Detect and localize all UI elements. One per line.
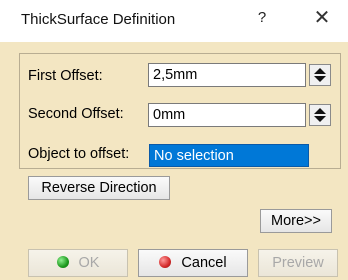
- spin-arrows-icon: [314, 108, 326, 122]
- preview-button[interactable]: Preview: [258, 249, 338, 277]
- second-offset-spinner[interactable]: [309, 104, 331, 126]
- more-button[interactable]: More>>: [260, 209, 332, 233]
- close-button[interactable]: ✕: [311, 6, 333, 30]
- second-offset-label: Second Offset:: [28, 106, 124, 122]
- first-offset-spinner[interactable]: [309, 64, 331, 86]
- close-icon: ✕: [313, 7, 331, 29]
- object-to-offset-label: Object to offset:: [28, 146, 130, 162]
- first-offset-label: First Offset:: [28, 68, 103, 84]
- help-button[interactable]: ?: [254, 9, 270, 29]
- title-bar: ThickSurface Definition ? ✕: [0, 0, 348, 42]
- window-title: ThickSurface Definition: [21, 11, 176, 28]
- cancel-status-icon: [159, 256, 172, 268]
- cancel-button[interactable]: Cancel: [138, 249, 248, 277]
- ok-status-icon: [56, 256, 69, 268]
- ok-button[interactable]: OK: [28, 249, 128, 277]
- cancel-label: Cancel: [181, 255, 227, 271]
- object-to-offset-selector[interactable]: No selection: [149, 144, 309, 167]
- ok-label: OK: [78, 255, 100, 271]
- second-offset-input[interactable]: 0mm: [148, 103, 306, 127]
- first-offset-input[interactable]: 2,5mm: [148, 63, 306, 87]
- spin-arrows-icon: [314, 68, 326, 82]
- reverse-direction-button[interactable]: Reverse Direction: [28, 176, 170, 200]
